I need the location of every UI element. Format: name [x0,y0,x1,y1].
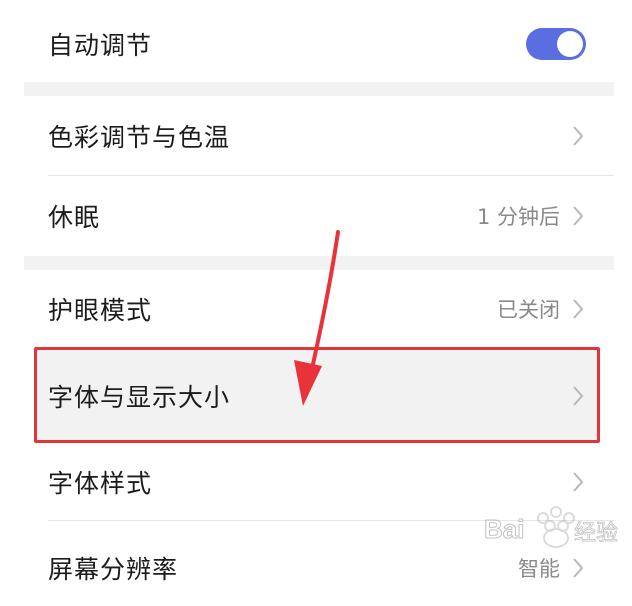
display-settings-page: 自动调节 色彩调节与色温 休眠 1 分钟后 护眼模式 已关闭 字体与显示大小 字… [0,0,632,584]
color-temperature-label: 色彩调节与色温 [48,123,231,152]
auto-adjust-toggle[interactable] [526,28,586,60]
toggle-knob [557,31,583,57]
setting-auto-adjust[interactable]: 自动调节 [24,10,614,78]
setting-sleep[interactable]: 休眠 1 分钟后 [24,176,614,256]
setting-eye-care[interactable]: 护眼模式 已关闭 [24,270,614,348]
eye-care-label: 护眼模式 [48,296,153,325]
resolution-label: 屏幕分辨率 [48,555,179,584]
eye-care-value: 已关闭 [497,298,560,322]
section-gap [24,256,614,270]
section-gap [24,82,614,96]
setting-color-temperature[interactable]: 色彩调节与色温 [24,96,614,176]
sleep-value: 1 分钟后 [476,205,560,229]
chevron-right-icon [573,206,584,226]
chevron-right-icon [573,558,584,578]
setting-font-style[interactable]: 字体样式 [24,444,614,520]
row-divider [48,520,614,521]
chevron-right-icon [573,299,584,319]
font-style-label: 字体样式 [48,469,153,498]
font-display-size-label: 字体与显示大小 [48,383,231,412]
setting-resolution[interactable]: 屏幕分辨率 智能 [24,530,614,606]
chevron-right-icon [573,472,584,492]
chevron-right-icon [573,386,584,406]
chevron-right-icon [573,126,584,146]
resolution-value: 智能 [518,557,560,581]
auto-adjust-label: 自动调节 [48,31,153,60]
setting-font-display-size[interactable]: 字体与显示大小 [24,352,614,440]
sleep-label: 休眠 [48,203,101,232]
